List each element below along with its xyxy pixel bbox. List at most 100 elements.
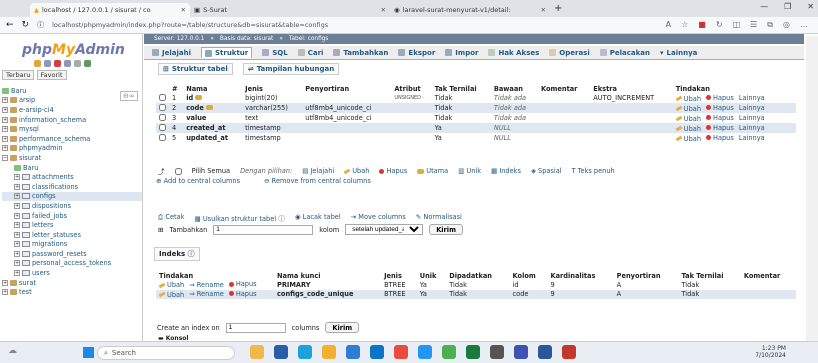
more-icon[interactable]: … [800, 20, 808, 30]
tree-item[interactable]: + failed_jobs [2, 211, 142, 221]
menu-search[interactable]: Cari [297, 49, 323, 57]
select-all-checkbox[interactable] [174, 167, 182, 175]
tree-item[interactable]: + phpmyadmin [2, 144, 142, 154]
row-checkbox[interactable] [159, 123, 166, 131]
more-button[interactable]: Lainnya [739, 124, 765, 132]
docs-icon[interactable] [64, 60, 71, 67]
expand-icon[interactable]: + [2, 126, 8, 133]
app-icon[interactable] [490, 345, 504, 359]
read-aloud-icon[interactable]: A [666, 20, 671, 30]
drop-button[interactable]: Hapus [706, 134, 734, 142]
tree-item[interactable]: + surat [2, 278, 142, 288]
change-button[interactable]: Ubah [675, 115, 701, 123]
track-table-button[interactable]: ◉ Lacak tabel [295, 213, 341, 223]
expand-icon[interactable]: + [2, 106, 8, 113]
edit-index-button[interactable]: Ubah [158, 291, 184, 299]
expand-icon[interactable]: + [14, 202, 20, 209]
expand-icon[interactable]: + [14, 231, 20, 238]
tree-item[interactable]: + dispositions [2, 201, 142, 211]
more-button[interactable]: Lainnya [739, 104, 765, 112]
tree-item[interactable]: Baru [2, 163, 142, 173]
expand-icon[interactable]: + [14, 212, 20, 219]
edit-index-button[interactable]: Ubah [158, 281, 184, 289]
reload-nav-icon[interactable] [84, 60, 91, 67]
pma-logo[interactable]: phpMyAdmin [22, 42, 125, 58]
more-button[interactable]: Lainnya [739, 94, 765, 102]
word-icon[interactable] [538, 345, 552, 359]
propose-structure-button[interactable]: ▦ Usulkan struktur tabel ⓘ [194, 213, 284, 223]
change-button[interactable]: Ubah [675, 105, 701, 113]
clock[interactable]: 1:23 PM 7/10/2024 [755, 345, 786, 359]
expand-icon[interactable]: + [14, 174, 20, 181]
browser-tab-github[interactable]: ◉ laravel-surat-menyurat-v1/detail: ✕ [390, 3, 550, 17]
drop-index-button[interactable]: Hapus [228, 290, 257, 298]
url-field[interactable]: localhost/phpmyadmin/index.php?route=/ta… [52, 21, 328, 29]
bulk-drop-button[interactable]: Hapus [379, 167, 407, 175]
tree-label[interactable]: classifications [32, 183, 78, 191]
expand-icon[interactable]: + [14, 241, 20, 248]
tree-label[interactable]: password_resets [32, 250, 87, 258]
weather-icon[interactable]: ☁ [8, 346, 17, 356]
rename-index-button[interactable]: ⇒ Rename [189, 290, 224, 298]
expand-icon[interactable]: + [14, 260, 20, 267]
app-icon[interactable] [370, 345, 384, 359]
col-header[interactable]: Nama [183, 84, 242, 93]
position-select[interactable]: setelah updated_at [345, 224, 424, 235]
row-checkbox[interactable] [159, 133, 166, 141]
favorite-icon[interactable]: ☆ [681, 20, 688, 30]
app-icon[interactable] [250, 345, 264, 359]
split-icon[interactable]: ◫ [733, 20, 741, 30]
favorites-bar-icon[interactable]: ☰ [750, 20, 757, 30]
tab-favorite[interactable]: Favorit [36, 70, 67, 80]
expand-icon[interactable]: + [14, 183, 20, 190]
expand-icon[interactable]: + [2, 289, 8, 296]
tree-item[interactable]: + letters [2, 220, 142, 230]
drop-button[interactable]: Hapus [706, 104, 734, 112]
close-icon[interactable]: ✕ [181, 6, 186, 14]
column-count-input[interactable] [213, 224, 314, 235]
drop-button[interactable]: Hapus [706, 124, 734, 132]
move-columns-button[interactable]: ⇥ Move columns [351, 213, 406, 223]
row-checkbox[interactable] [159, 103, 166, 111]
create-index-submit-button[interactable]: Kirim [325, 322, 360, 333]
tree-label[interactable]: letter_statuses [32, 231, 81, 239]
menu-sql[interactable]: SQL [262, 49, 288, 57]
remove-central-button[interactable]: ⊖ Remove from central columns [264, 177, 371, 185]
menu-insert[interactable]: Tambahkan [333, 49, 388, 57]
menu-tracking[interactable]: Pelacakan [599, 49, 650, 57]
app-icon[interactable] [274, 345, 288, 359]
close-icon[interactable]: ✕ [541, 6, 546, 14]
more-button[interactable]: Lainnya [739, 134, 765, 142]
query-icon[interactable] [54, 60, 61, 67]
tree-label[interactable]: failed_jobs [32, 212, 67, 220]
change-button[interactable]: Ubah [675, 135, 701, 143]
expand-icon[interactable]: + [2, 97, 8, 104]
edge-icon[interactable] [298, 345, 312, 359]
drop-button[interactable]: Hapus [706, 94, 734, 102]
tree-label[interactable]: performance_schema [19, 135, 90, 143]
back-icon[interactable]: ← [6, 20, 14, 30]
expand-icon[interactable]: + [2, 279, 8, 286]
expand-icon[interactable]: + [2, 135, 8, 142]
menu-import[interactable]: Impor [445, 49, 478, 57]
more-button[interactable]: Lainnya [739, 114, 765, 122]
tree-item[interactable]: + configs [2, 191, 142, 202]
bulk-primary-button[interactable]: Utama [417, 167, 448, 175]
drop-index-button[interactable]: Hapus [228, 280, 257, 288]
folder-icon[interactable] [322, 345, 336, 359]
breadcrumb-table[interactable]: Tabel: configs [289, 36, 329, 42]
app-icon[interactable] [442, 345, 456, 359]
breadcrumb-db[interactable]: Basis data: sisurat [220, 36, 273, 42]
index-columns-input[interactable] [225, 322, 286, 333]
tree-item[interactable]: + letter_statuses [2, 230, 142, 240]
bulk-unique-button[interactable]: ▥ Unik [458, 167, 481, 175]
logout-icon[interactable] [44, 60, 51, 67]
app-icon[interactable] [514, 345, 528, 359]
tree-label[interactable]: phpmyadmin [19, 144, 63, 152]
expand-icon[interactable]: + [14, 222, 20, 229]
tree-label[interactable]: migrations [32, 240, 67, 248]
expand-icon[interactable]: + [14, 270, 20, 277]
tree-label[interactable]: Baru [23, 164, 38, 172]
profile-icon[interactable]: ◎ [783, 20, 790, 30]
rename-index-button[interactable]: ⇒ Rename [189, 281, 224, 289]
